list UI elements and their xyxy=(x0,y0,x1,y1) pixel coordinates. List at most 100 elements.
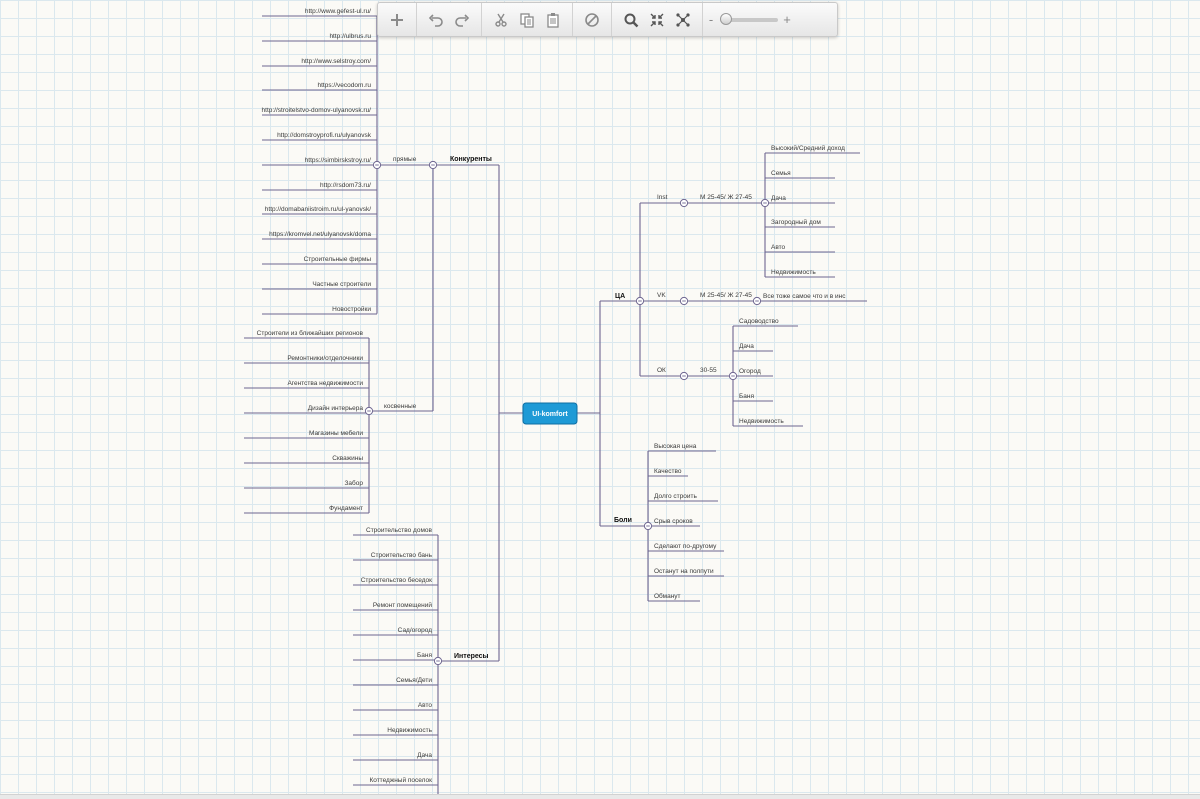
zoom-in-button[interactable]: + xyxy=(783,13,791,26)
delete-button[interactable] xyxy=(579,7,605,33)
competitor-item[interactable]: http://www.gefest-ul.ru/ xyxy=(305,8,371,15)
node-vk-demo[interactable]: М 25-45/ Ж 27-45 xyxy=(700,292,752,299)
toggle-ok[interactable] xyxy=(679,371,689,381)
toggle-ca[interactable] xyxy=(635,296,645,306)
competitor-item[interactable]: http://domstroyprofi.ru/ulyanovsk xyxy=(277,132,372,139)
redo-button[interactable] xyxy=(449,7,475,33)
horizontal-scrollbar[interactable] xyxy=(0,794,1200,799)
cut-button[interactable] xyxy=(488,7,514,33)
pain-item[interactable]: Останут на полпути xyxy=(654,568,714,575)
toggle-interesy[interactable] xyxy=(433,656,443,666)
mind-map-canvas[interactable]: UI-komfort Конкуренты прямые http://www.gef… xyxy=(0,0,1200,799)
vk-audience-item[interactable]: Все тоже самое что и в инс xyxy=(763,293,846,300)
indirect-item[interactable]: Агентства недвижимости xyxy=(287,380,363,387)
pain-item[interactable]: Долго строить xyxy=(654,493,697,500)
interest-item[interactable]: Сад/огород xyxy=(398,627,433,634)
competitor-item[interactable]: Частные строители xyxy=(312,281,371,288)
scissors-icon xyxy=(495,13,507,27)
indirect-item[interactable]: Ремонтники/отделочники xyxy=(287,355,363,362)
add-topic-button[interactable] xyxy=(384,7,410,33)
toolbar-group-clipboard xyxy=(482,3,573,36)
branch-konkurenty[interactable]: Конкуренты xyxy=(450,156,492,163)
interest-item[interactable]: Семья/Дети xyxy=(396,677,432,684)
toggle-boli[interactable] xyxy=(643,521,653,531)
competitor-item[interactable]: https://vecodom.ru xyxy=(318,82,372,89)
interest-item[interactable]: Недвижимость xyxy=(387,727,432,734)
interest-item[interactable]: Авто xyxy=(418,702,433,709)
zoom-out-button[interactable]: - xyxy=(707,13,715,26)
indirect-item[interactable]: Дизайн интерьера xyxy=(308,404,364,412)
zoom-slider[interactable] xyxy=(719,12,778,25)
branch-interesy[interactable]: Интересы xyxy=(454,653,489,660)
competitor-item[interactable]: https://simbirskstroy.ru/ xyxy=(305,157,372,164)
toggle-inst[interactable] xyxy=(679,198,689,208)
toggle-vk-demo[interactable] xyxy=(752,296,762,306)
node-pryamye[interactable]: прямые xyxy=(393,156,417,163)
competitor-item[interactable]: Строительные фирмы xyxy=(304,256,372,263)
undo-icon xyxy=(428,13,443,27)
root-label: UI-komfort xyxy=(532,411,568,418)
node-ok-demo[interactable]: 30-55 xyxy=(700,367,717,374)
inst-audience-item[interactable]: Высокий/Средний доход xyxy=(771,144,845,152)
competitor-item[interactable]: https://kromvel.net/ulyanovsk/doma xyxy=(269,231,371,238)
node-inst-demo[interactable]: М 25-45/ Ж 27-45 xyxy=(700,194,752,201)
pain-item[interactable]: Обманут xyxy=(654,592,681,600)
zoom-slider-handle[interactable] xyxy=(719,12,732,25)
indirect-item[interactable]: Забор xyxy=(345,479,364,487)
ok-audience-item[interactable]: Недвижимость xyxy=(739,418,784,425)
competitor-item[interactable]: http://ulbrus.ru xyxy=(329,33,371,40)
node-vk[interactable]: VK xyxy=(657,292,666,299)
competitor-item[interactable]: Новостройки xyxy=(332,305,371,313)
layout-button[interactable] xyxy=(670,7,696,33)
indirect-item[interactable]: Скважины xyxy=(332,455,363,462)
interest-item[interactable]: Баня xyxy=(417,652,432,659)
ok-audience-item[interactable]: Баня xyxy=(739,393,754,400)
competitor-item[interactable]: http://domabaniistroim.ru/ul-yanovsk/ xyxy=(265,206,371,213)
competitor-item[interactable]: http://stroitelstvo-domov-ulyanovsk.ru/ xyxy=(262,107,372,114)
toggle-kosvennye[interactable] xyxy=(364,406,374,416)
indirect-item[interactable]: Строители из ближайших регионов xyxy=(257,329,364,337)
ok-audience-item[interactable]: Огород xyxy=(739,368,761,375)
competitor-item[interactable]: http://rsdom73.ru/ xyxy=(320,182,371,189)
node-inst[interactable]: Inst xyxy=(657,194,668,201)
toggle-vk[interactable] xyxy=(679,296,689,306)
inst-audience-item[interactable]: Авто xyxy=(771,244,786,251)
pain-item[interactable]: Качество xyxy=(654,468,682,475)
interest-item[interactable]: Строительство беседок xyxy=(361,576,432,584)
toggle-inst-demo[interactable] xyxy=(760,198,770,208)
indirect-item[interactable]: Магазины мебели xyxy=(309,429,363,437)
interest-item[interactable]: Дача xyxy=(417,752,432,759)
paste-icon xyxy=(547,12,559,28)
interest-item[interactable]: Коттеджный поселок xyxy=(369,776,432,784)
copy-button[interactable] xyxy=(514,7,540,33)
interest-item[interactable]: Строительство домов xyxy=(366,527,433,534)
toggle-ok-demo[interactable] xyxy=(728,371,738,381)
inst-audience-item[interactable]: Дача xyxy=(771,195,786,202)
network-icon xyxy=(676,12,690,27)
inst-audience-item[interactable]: Загородный дом xyxy=(771,218,821,226)
inst-audience-item[interactable]: Недвижимость xyxy=(771,269,816,276)
pain-item[interactable]: Высокая цена xyxy=(654,443,697,450)
root-node[interactable]: UI-komfort xyxy=(522,402,578,425)
pain-item[interactable]: Срыв сроков xyxy=(654,518,693,525)
competitor-item[interactable]: http://www.selstroy.com/ xyxy=(301,58,371,65)
indirect-item[interactable]: Фундамент xyxy=(329,505,363,512)
node-ok[interactable]: ОК xyxy=(657,367,666,374)
ok-audience-item[interactable]: Садоводство xyxy=(739,318,779,325)
undo-button[interactable] xyxy=(423,7,449,33)
inst-audience-item[interactable]: Семья xyxy=(771,170,791,177)
branch-boli[interactable]: Боли xyxy=(614,517,632,524)
node-kosvennye[interactable]: косвенные xyxy=(384,403,417,410)
toggle-konkurenty[interactable] xyxy=(428,160,438,170)
toolbar-group-delete xyxy=(573,3,612,36)
branch-ca[interactable]: ЦА xyxy=(615,293,625,300)
interest-item[interactable]: Строительство бань xyxy=(371,551,433,559)
pain-item[interactable]: Сделают по-другому xyxy=(654,543,717,550)
search-button[interactable] xyxy=(618,7,644,33)
paste-button[interactable] xyxy=(540,7,566,33)
toggle-pryamye[interactable] xyxy=(372,160,382,170)
interest-item[interactable]: Ремонт помещений xyxy=(373,601,432,609)
ok-audience-item[interactable]: Дача xyxy=(739,343,754,350)
zoom-control: - + xyxy=(703,3,795,36)
fit-button[interactable] xyxy=(644,7,670,33)
